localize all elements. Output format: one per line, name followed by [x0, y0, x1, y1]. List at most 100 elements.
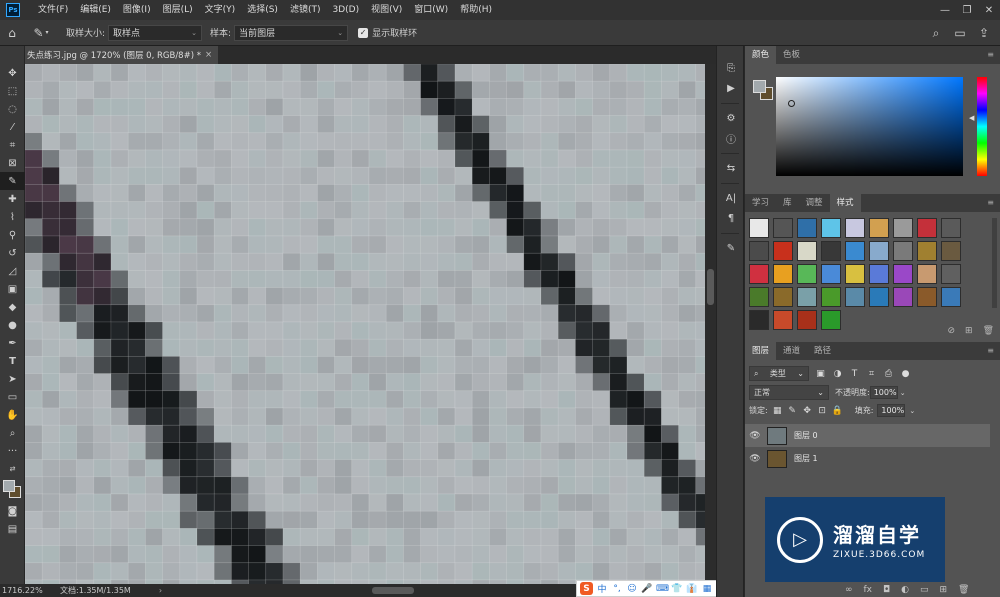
style-swatch[interactable] [845, 218, 865, 238]
gradient-tool-icon[interactable]: ▣ [0, 280, 25, 298]
menu-item[interactable]: 3D(D) [326, 0, 365, 20]
style-swatch[interactable] [773, 264, 793, 284]
fill-field[interactable]: 100% [877, 404, 906, 417]
marquee-tool-icon[interactable]: ⬚ [0, 82, 25, 100]
style-swatch[interactable] [749, 287, 769, 307]
clone-stamp-tool-icon[interactable]: ⚲ [0, 226, 25, 244]
ime-keyboard-icon[interactable]: ⌨ [656, 584, 669, 594]
menu-item[interactable]: 帮助(H) [454, 0, 498, 20]
menu-item[interactable]: 文字(Y) [199, 0, 242, 20]
restore-button[interactable]: ❐ [956, 0, 978, 20]
filter-shape-icon[interactable]: ⌗ [866, 369, 877, 379]
screen-mode-icon[interactable]: ▤ [0, 520, 25, 538]
more-tools-icon[interactable]: ··· [0, 442, 25, 460]
styles-scrollbar[interactable] [992, 218, 997, 308]
visibility-eye-icon[interactable]: 👁 [745, 454, 765, 464]
filter-toggle-icon[interactable]: ● [900, 369, 911, 379]
style-swatch[interactable] [773, 287, 793, 307]
lock-transparency-icon[interactable]: ▦ [772, 406, 783, 416]
style-swatch[interactable] [941, 287, 961, 307]
style-swatch[interactable] [941, 241, 961, 261]
style-swatch[interactable] [845, 264, 865, 284]
tab-adjustments[interactable]: 调整 [799, 194, 830, 212]
tab-layers[interactable]: 图层 [745, 342, 777, 360]
style-swatch[interactable] [917, 241, 937, 261]
paragraph-panel-icon[interactable]: ¶ [717, 208, 745, 228]
style-swatch[interactable] [893, 264, 913, 284]
brush-settings-icon[interactable]: ✎ [717, 238, 745, 258]
filter-adjustment-icon[interactable]: ◑ [832, 369, 843, 379]
quick-select-tool-icon[interactable]: ⁄ [0, 118, 25, 136]
eraser-tool-icon[interactable]: ◿ [0, 262, 25, 280]
style-swatch[interactable] [773, 310, 793, 330]
delete-style-icon[interactable]: 🗑 [983, 326, 994, 336]
style-swatch[interactable] [893, 241, 913, 261]
lock-pixels-icon[interactable]: ✎ [787, 406, 798, 416]
menu-item[interactable]: 图像(I) [117, 0, 157, 20]
style-swatch[interactable] [821, 287, 841, 307]
style-swatch[interactable] [797, 264, 817, 284]
vertical-scroll-thumb[interactable] [707, 269, 714, 305]
style-swatch[interactable] [869, 218, 889, 238]
foreground-swatch[interactable] [3, 480, 15, 492]
panel-menu-icon[interactable]: ≡ [987, 346, 994, 355]
ime-voice-icon[interactable]: 🎤 [641, 584, 653, 594]
style-swatch[interactable] [821, 310, 841, 330]
add-mask-icon[interactable]: ◘ [883, 585, 890, 595]
style-swatch[interactable] [917, 264, 937, 284]
panel-menu-icon[interactable]: ≡ [987, 198, 994, 207]
style-swatch[interactable] [797, 241, 817, 261]
style-swatch[interactable] [941, 264, 961, 284]
opacity-field[interactable]: 100% [869, 386, 898, 399]
frame-tool-icon[interactable]: ⊠ [0, 154, 25, 172]
style-swatch[interactable] [893, 287, 913, 307]
ime-skin-icon[interactable]: 👕 [671, 584, 683, 594]
style-swatch[interactable] [869, 287, 889, 307]
menu-item[interactable]: 文件(F) [32, 0, 74, 20]
style-swatch[interactable] [821, 264, 841, 284]
close-button[interactable]: ✕ [978, 0, 1000, 20]
layer-row[interactable]: 👁 图层 1 [745, 447, 990, 470]
filter-smart-object-icon[interactable]: ⎙ [883, 369, 894, 379]
info-panel-icon[interactable]: ⓘ [717, 128, 745, 148]
chevron-down-icon[interactable]: ⌄ [909, 407, 915, 415]
style-swatch[interactable] [845, 241, 865, 261]
lock-artboard-icon[interactable]: ⊡ [817, 406, 828, 416]
ime-punctuation-icon[interactable]: °, [611, 584, 623, 594]
character-panel-icon[interactable]: A| [717, 188, 745, 208]
tab-paths[interactable]: 路径 [807, 342, 838, 360]
layer-name[interactable]: 图层 0 [794, 430, 818, 441]
pen-tool-icon[interactable]: ✒ [0, 334, 25, 352]
menu-item[interactable]: 编辑(E) [74, 0, 117, 20]
visibility-eye-icon[interactable]: 👁 [745, 431, 765, 441]
tab-libraries[interactable]: 库 [776, 194, 799, 212]
history-panel-icon[interactable]: ⎘ [717, 58, 745, 78]
new-layer-icon[interactable]: ⊞ [940, 585, 948, 595]
ime-shirt-icon[interactable]: 👔 [686, 584, 698, 594]
ime-chinese-mode-icon[interactable]: 中 [596, 582, 608, 595]
ime-logo[interactable]: S [580, 582, 593, 595]
document-tab[interactable]: 失点练习.jpg @ 1720% (图层 0, RGB/8#) * × [25, 46, 218, 64]
show-ring-checkbox[interactable]: ✓ [358, 27, 369, 38]
ime-emoji-icon[interactable]: ☺ [626, 584, 638, 594]
style-swatch[interactable] [797, 310, 817, 330]
quick-mask-icon[interactable]: ◙ [0, 502, 25, 520]
foreground-color-swatch[interactable] [753, 80, 766, 93]
menu-item[interactable]: 视图(V) [365, 0, 408, 20]
lasso-tool-icon[interactable]: ◌ [0, 100, 25, 118]
blur-tool-icon[interactable]: ◆ [0, 298, 25, 316]
menu-item[interactable]: 选择(S) [241, 0, 284, 20]
menu-item[interactable]: 窗口(W) [408, 0, 454, 20]
sample-size-select[interactable]: 取样点 ⌄ [108, 24, 203, 41]
adjust-panel-icon[interactable]: ⇆ [717, 158, 745, 178]
new-group-icon[interactable]: ▭ [920, 585, 929, 595]
panel-menu-icon[interactable]: ≡ [987, 50, 994, 59]
layer-filter-select[interactable]: ⌕ 类型 ⌄ [749, 366, 809, 381]
delete-layer-icon[interactable]: 🗑 [958, 585, 969, 595]
lock-position-icon[interactable]: ✥ [802, 406, 813, 416]
sample-select[interactable]: 当前图层 ⌄ [234, 24, 349, 41]
clear-style-icon[interactable]: ⊘ [947, 326, 955, 336]
style-swatch[interactable] [821, 241, 841, 261]
style-swatch[interactable] [749, 218, 769, 238]
chevron-down-icon[interactable]: ⌄ [900, 389, 906, 397]
